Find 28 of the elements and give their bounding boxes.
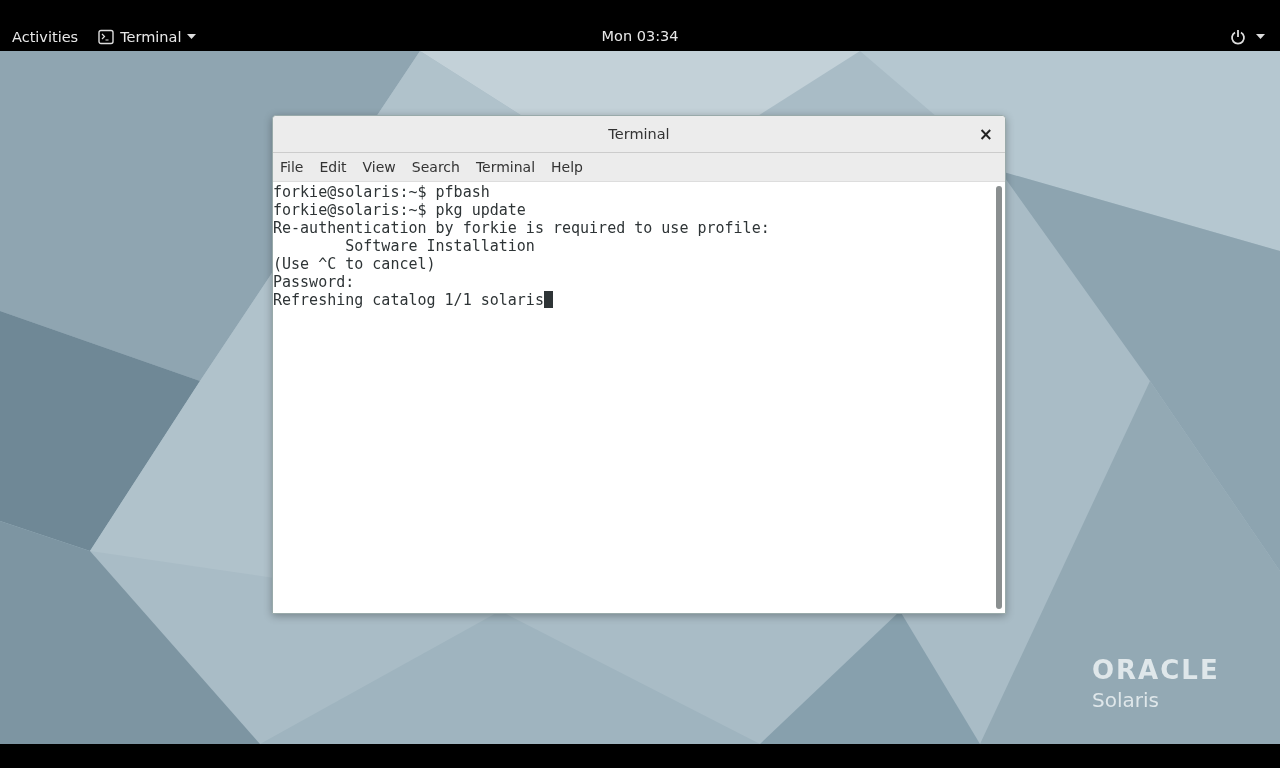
menu-item[interactable]: View	[362, 159, 396, 175]
terminal-line: Software Installation	[344, 237, 535, 255]
terminal-line: (Use ^C to cancel)	[273, 255, 436, 273]
scrollbar[interactable]	[996, 186, 1002, 609]
power-icon[interactable]	[1230, 28, 1246, 45]
window-title: Terminal	[608, 126, 670, 142]
menu-item[interactable]: Terminal	[475, 159, 536, 175]
close-button[interactable]: ×	[974, 124, 997, 144]
app-menu-label: Terminal	[120, 28, 182, 45]
menu-item[interactable]: File	[280, 159, 304, 175]
terminal-line: forkie@solaris:~$ pkg update	[273, 201, 526, 219]
clock[interactable]: Mon 03:34	[601, 28, 679, 44]
caret-icon	[187, 34, 197, 39]
terminal-line: Refreshing catalog 1/1 solaris	[273, 291, 544, 309]
menu-item[interactable]: Search	[411, 159, 460, 175]
menu-item[interactable]: Help	[551, 159, 583, 175]
terminal-line: Password:	[273, 273, 355, 291]
app-menu[interactable]: Terminal	[98, 28, 197, 45]
caret-icon[interactable]	[1256, 34, 1265, 39]
menu-item[interactable]: Edit	[319, 159, 347, 175]
terminal-line: Re-authentication by forkie is required to use profile:	[273, 219, 770, 237]
terminal-area[interactable]: forkie@solaris:~$ pfbash forkie@solaris:~$ pkg update Re-authentication by forkie is required to use profile: Software Installation (Use ^C to cancel) Password: Refreshing catalog 1/1 solaris	[273, 182, 1005, 613]
cursor	[543, 291, 553, 308]
logo-product: Solaris	[1092, 687, 1160, 713]
terminal-line: forkie@solaris:~$ pfbash	[273, 183, 490, 201]
logo-brand: ORACLE	[1092, 655, 1220, 685]
activities-button[interactable]: Activities	[12, 28, 79, 45]
terminal-icon	[98, 28, 115, 45]
